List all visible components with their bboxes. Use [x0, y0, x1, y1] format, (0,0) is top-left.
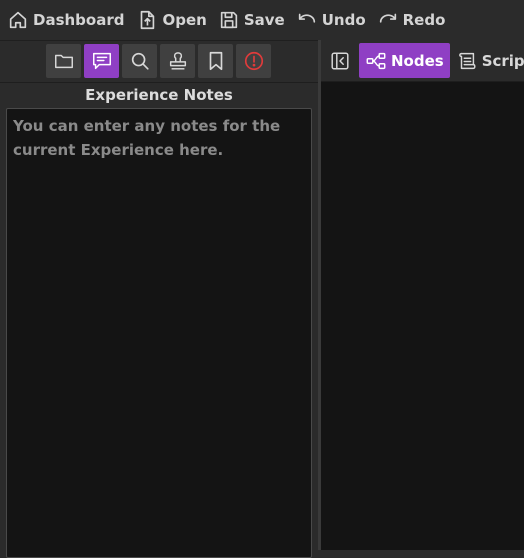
redo-icon [379, 13, 396, 23]
undo-button[interactable]: Undo [296, 6, 366, 34]
right-panel: Nodes Script [321, 40, 524, 550]
home-icon [9, 11, 27, 29]
notes-title: Experience Notes [85, 86, 233, 104]
open-label: Open [162, 11, 207, 29]
left-panel: Experience Notes [0, 40, 318, 558]
redo-label: Redo [402, 11, 446, 29]
undo-icon [298, 13, 315, 23]
left-tool-row [46, 44, 274, 78]
tab-nodes[interactable]: Nodes [359, 43, 450, 78]
redo-button[interactable]: Redo [377, 6, 446, 34]
stamp-tool-button[interactable] [160, 44, 195, 78]
collapse-left-icon [331, 51, 349, 70]
top-toolbar: Dashboard Open Save Undo Redo [0, 0, 524, 40]
save-button[interactable]: Save [218, 6, 285, 34]
floppy-icon [220, 11, 237, 29]
stamp-icon [169, 52, 186, 70]
files-tool-button[interactable] [46, 44, 81, 78]
undo-label: Undo [321, 11, 366, 29]
folder-icon [54, 54, 73, 69]
file-upload-icon [141, 10, 155, 30]
dashboard-label: Dashboard [33, 11, 125, 29]
bookmarks-tool-button[interactable] [198, 44, 233, 78]
script-icon [458, 52, 476, 69]
open-button[interactable]: Open [136, 6, 207, 34]
bookmark-icon [209, 51, 222, 71]
node-canvas[interactable] [321, 82, 524, 550]
notes-tool-button[interactable] [84, 44, 119, 78]
search-icon [131, 52, 149, 70]
dashboard-button[interactable]: Dashboard [7, 6, 124, 34]
tab-nodes-label: Nodes [391, 51, 444, 70]
collapse-panel-button[interactable] [325, 44, 355, 78]
left-divider [0, 82, 318, 83]
errors-tool-button[interactable] [236, 44, 271, 78]
tab-script-label: Script [481, 51, 524, 70]
nodes-icon [366, 52, 386, 69]
notes-icon [92, 52, 111, 70]
tab-script[interactable]: Script [450, 43, 524, 78]
search-tool-button[interactable] [122, 44, 157, 78]
right-tab-bar: Nodes Script [321, 43, 524, 78]
notes-textarea[interactable] [6, 108, 312, 558]
save-label: Save [243, 11, 285, 29]
alert-icon [244, 51, 263, 71]
